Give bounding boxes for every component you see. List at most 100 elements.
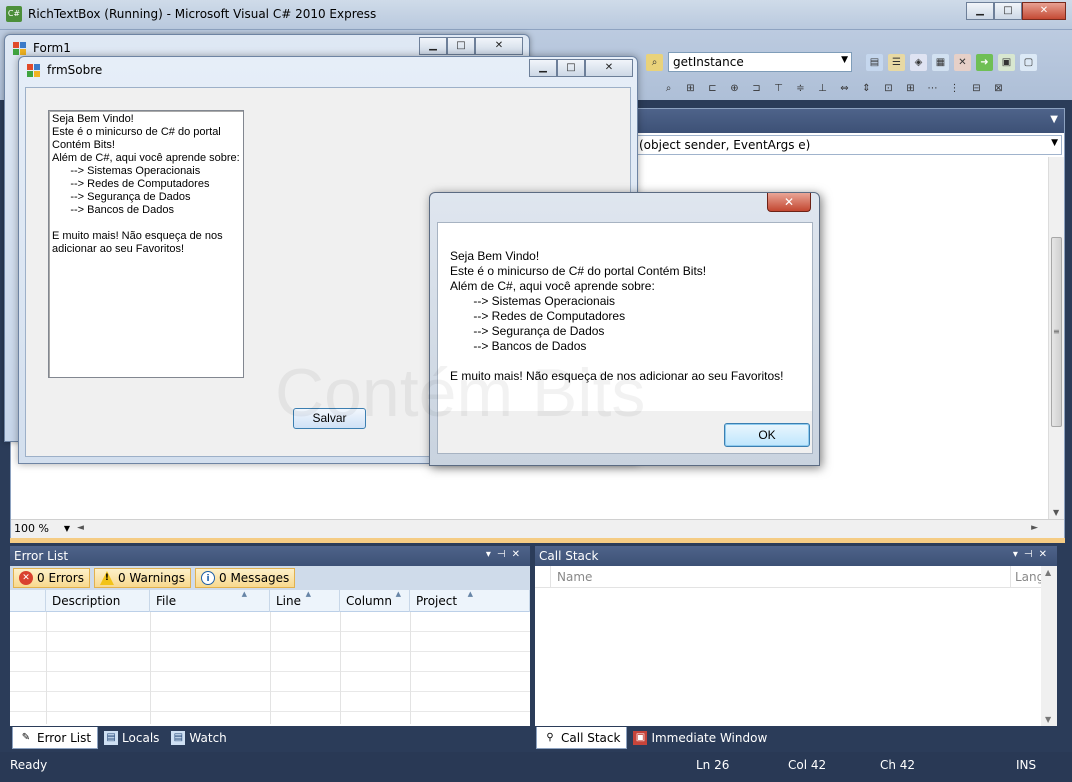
column-description[interactable]: Description: [46, 590, 150, 612]
close-button[interactable]: ✕: [585, 59, 633, 77]
status-insert-mode: INS: [1016, 758, 1037, 772]
close-button[interactable]: ✕: [767, 193, 811, 212]
align-right-icon[interactable]: ⊐: [748, 80, 765, 97]
column-line[interactable]: Line ▲: [270, 590, 340, 612]
find-icon[interactable]: ⌕: [646, 54, 663, 71]
grip-icon: ≡: [1053, 327, 1060, 336]
call-stack-panel: Call Stack ▾⊣✕ Name Lang ▲ ▼: [535, 546, 1057, 726]
window-controls: ▁ □ ✕: [966, 2, 1066, 20]
tab-immediate-window[interactable]: ▣ Immediate Window: [627, 727, 773, 749]
call-stack-scrollbar[interactable]: ▲ ▼: [1041, 566, 1057, 726]
properties-icon[interactable]: ☰: [888, 54, 905, 71]
column-project[interactable]: Project ▲: [410, 590, 530, 612]
column-description-label: Description: [52, 594, 121, 608]
tools-icon[interactable]: ✕: [954, 54, 971, 71]
editor-splitter[interactable]: [10, 538, 1065, 543]
tab-label: Call Stack: [561, 730, 621, 745]
bottom-tabs-left: ✎ Error List ▤ Locals ▤ Watch: [12, 726, 233, 750]
maximize-button[interactable]: □: [557, 59, 585, 77]
rich-text-box[interactable]: Seja Bem Vindo! Este é o minicurso de C#…: [48, 110, 244, 378]
object-browser-icon[interactable]: ◈: [910, 54, 927, 71]
tab-error-list[interactable]: ✎ Error List: [12, 727, 99, 749]
toolbar-icon-group-1: ▤ ☰ ◈ ▦ ✕ ➜ ▣ ▢: [866, 54, 1037, 71]
panel-controls[interactable]: ▾⊣✕: [486, 549, 526, 560]
editor-vertical-scrollbar[interactable]: ≡ ▼: [1048, 157, 1064, 519]
solution-explorer-icon[interactable]: ▤: [866, 54, 883, 71]
error-list-toolbar: ✕ 0 Errors ! 0 Warnings i 0 Messages: [10, 566, 530, 590]
column-icon[interactable]: [10, 590, 46, 612]
maximize-button[interactable]: □: [994, 2, 1022, 20]
column-column[interactable]: Column ▲: [340, 590, 410, 612]
status-line: Ln 26: [696, 758, 730, 772]
close-button[interactable]: ✕: [475, 37, 523, 55]
align-top-icon[interactable]: ⊤: [770, 80, 787, 97]
scroll-up-icon[interactable]: ▲: [1045, 568, 1051, 577]
minimize-button[interactable]: ▁: [419, 37, 447, 55]
same-width-icon[interactable]: ⇔: [836, 80, 853, 97]
tab-locals[interactable]: ▤ Locals: [98, 727, 165, 749]
save-button[interactable]: Salvar: [293, 408, 366, 429]
tab-label: Error List: [37, 730, 92, 745]
tab-label: Immediate Window: [651, 731, 768, 745]
column-name[interactable]: Name: [551, 566, 1011, 588]
warnings-filter-button[interactable]: ! 0 Warnings: [93, 568, 191, 588]
center-v-icon[interactable]: ⊠: [990, 80, 1007, 97]
zoom-value: 100 %: [14, 522, 49, 535]
panel-controls[interactable]: ▾⊣✕: [1013, 549, 1053, 560]
hspace-icon[interactable]: ⋯: [924, 80, 941, 97]
info-icon: i: [201, 571, 215, 585]
status-bar: Ready Ln 26 Col 42 Ch 42 INS: [0, 752, 1072, 782]
message-text: Seja Bem Vindo! Este é o minicurso de C#…: [450, 249, 784, 383]
tab-label: Locals: [122, 731, 160, 745]
column-file[interactable]: File ▲: [150, 590, 270, 612]
tab-watch[interactable]: ▤ Watch: [165, 727, 232, 749]
center-h-icon[interactable]: ⊟: [968, 80, 985, 97]
grid-icon[interactable]: ⊞: [682, 80, 699, 97]
errors-label: 0 Errors: [37, 571, 84, 585]
tab-dropdown-icon[interactable]: ▼: [1050, 114, 1058, 125]
error-icon: ✕: [19, 571, 33, 585]
ok-button[interactable]: OK: [724, 423, 810, 447]
vspace-icon[interactable]: ⋮: [946, 80, 963, 97]
window-icon[interactable]: ▢: [1020, 54, 1037, 71]
minimize-button[interactable]: ▁: [966, 2, 994, 20]
tab-call-stack[interactable]: ⚲ Call Stack: [536, 727, 628, 749]
maximize-button[interactable]: □: [447, 37, 475, 55]
message-area: Seja Bem Vindo! Este é o minicurso de C#…: [438, 223, 812, 411]
scroll-right-icon[interactable]: ►: [1031, 523, 1038, 533]
start-page-icon[interactable]: ➜: [976, 54, 993, 71]
chevron-down-icon: ▼: [841, 55, 848, 65]
close-button[interactable]: ✕: [1022, 2, 1066, 20]
column-marker: [535, 566, 551, 588]
align-middle-icon[interactable]: ≑: [792, 80, 809, 97]
column-file-label: File: [156, 594, 177, 608]
zoom-combo[interactable]: 100 % ▼: [14, 522, 72, 538]
column-language[interactable]: Lang: [1011, 566, 1041, 588]
align-left-icon[interactable]: ⊏: [704, 80, 721, 97]
toolbar-icon-group-2: ⌕ ⊞ ⊏ ⊕ ⊐ ⊤ ≑ ⊥ ⇔ ⇕ ⊡ ⊞ ⋯ ⋮ ⊟ ⊠: [660, 80, 1007, 97]
find-combo[interactable]: getInstance ▼: [668, 52, 852, 72]
toolbox-icon[interactable]: ▦: [932, 54, 949, 71]
same-size-icon[interactable]: ⊡: [880, 80, 897, 97]
scroll-left-icon[interactable]: ◄: [77, 523, 84, 533]
call-stack-icon: ⚲: [546, 731, 554, 743]
snap-grid-icon[interactable]: ⊞: [902, 80, 919, 97]
sort-icon: ▲: [305, 590, 311, 598]
immediate-window-icon: ▣: [633, 731, 648, 745]
error-list-columns: Description File ▲ Line ▲ Column ▲ Project ▲: [10, 590, 530, 612]
errors-filter-button[interactable]: ✕ 0 Errors: [13, 568, 90, 588]
form-icon: [13, 42, 27, 56]
same-height-icon[interactable]: ⇕: [858, 80, 875, 97]
extension-icon[interactable]: ▣: [998, 54, 1015, 71]
editor-bottom-bar: 100 % ▼ ◄ ►: [11, 519, 1064, 539]
align-bottom-icon[interactable]: ⊥: [814, 80, 831, 97]
minimize-button[interactable]: ▁: [529, 59, 557, 77]
member-combo[interactable]: (object sender, EventArgs e) ▼: [634, 135, 1062, 155]
align-center-icon[interactable]: ⊕: [726, 80, 743, 97]
messages-filter-button[interactable]: i 0 Messages: [195, 568, 296, 588]
scroll-down-icon[interactable]: ▼: [1045, 715, 1051, 724]
scroll-down-icon[interactable]: ▼: [1053, 508, 1059, 517]
zoom-icon[interactable]: ⌕: [660, 80, 677, 97]
form-icon: [27, 64, 41, 78]
status-column: Col 42: [788, 758, 827, 772]
